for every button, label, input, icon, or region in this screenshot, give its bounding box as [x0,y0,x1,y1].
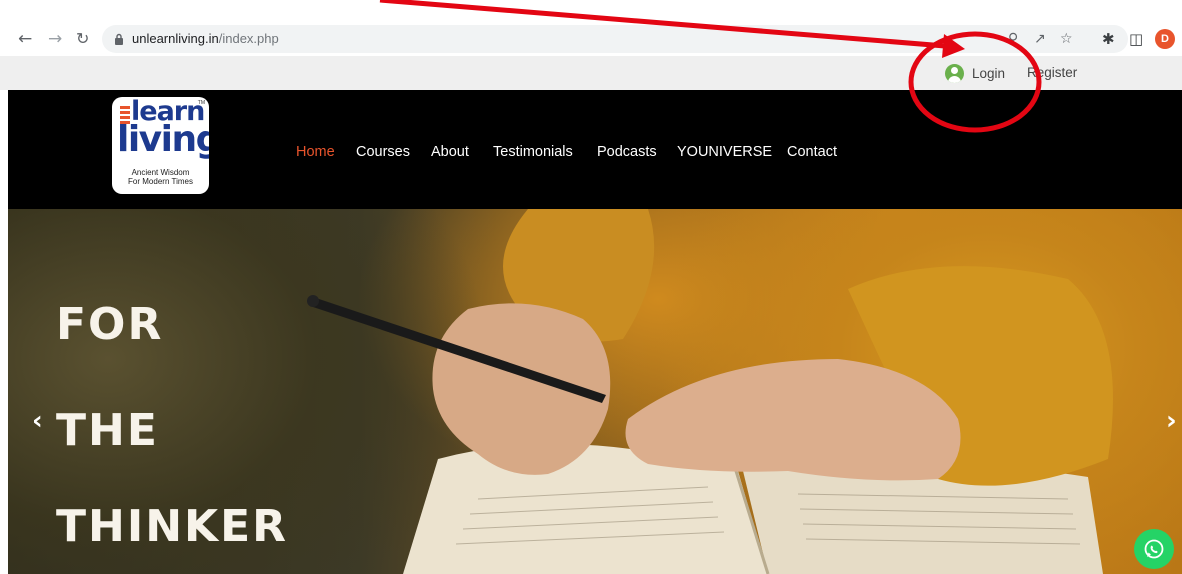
hero-heading-line-1: FOR [56,299,164,350]
carousel-next-chevron-icon[interactable]: › [1166,408,1177,434]
nav-item-youniverse[interactable]: YOUNIVERSE [677,144,772,160]
hero-heading-line-3: THINKER [56,501,289,552]
share-icon[interactable]: ↗ [1034,25,1046,53]
browser-toolbar: ← → ↻ unlearnliving.in/index.php ⚲ ↗ ☆ ✱… [0,22,1182,56]
register-label: Register [1027,65,1078,80]
whatsapp-icon [1144,539,1164,559]
nav-item-podcasts[interactable]: Podcasts [597,144,657,160]
nav-item-about[interactable]: About [431,144,469,160]
nav-item-courses[interactable]: Courses [356,144,410,160]
carousel-prev-chevron-icon[interactable]: ‹ [32,408,43,434]
lock-icon [115,33,123,45]
address-bar[interactable]: unlearnliving.in/index.php ⚲ ↗ ☆ [102,25,1128,53]
login-label: Login [972,65,1006,81]
hero-heading-line-2: THE [56,405,159,456]
zoom-icon[interactable]: ⚲ [1008,25,1018,53]
bookmark-star-icon[interactable]: ☆ [1060,25,1073,53]
whatsapp-chat-button[interactable] [1134,529,1174,569]
logo-word-living: living [117,119,209,160]
logo-tagline-line-1: Ancient Wisdom [131,168,190,177]
nav-item-home[interactable]: Home [296,144,335,160]
site-header: learn TM living Ancient Wisdom For Moder… [8,90,1182,209]
hero-carousel: FOR THE THINKER ‹ › [8,209,1182,574]
nav-item-testimonials[interactable]: Testimonials [493,144,573,160]
back-arrow-icon[interactable]: ← [18,22,32,56]
side-panel-icon[interactable]: ◫ [1129,22,1143,56]
register-link[interactable]: Register [1027,62,1077,84]
profile-avatar[interactable]: D [1155,29,1175,49]
forward-arrow-icon[interactable]: → [48,22,62,56]
logo-tagline-line-2: For Modern Times [128,177,193,186]
logo-trademark: TM [197,100,205,106]
url-host: unlearnliving.in [132,31,219,46]
nav-item-contact[interactable]: Contact [787,144,837,160]
site-logo[interactable]: learn TM living Ancient Wisdom For Moder… [112,97,209,194]
reload-icon[interactable]: ↻ [76,22,89,56]
url-path: /index.php [218,31,279,46]
url-text[interactable]: unlearnliving.in/index.php [132,25,279,53]
login-link[interactable]: Login [945,62,1005,84]
user-circle-icon [945,63,964,83]
site-top-bar: Login Register [0,56,1182,90]
extensions-puzzle-icon[interactable]: ✱ [1102,22,1115,56]
